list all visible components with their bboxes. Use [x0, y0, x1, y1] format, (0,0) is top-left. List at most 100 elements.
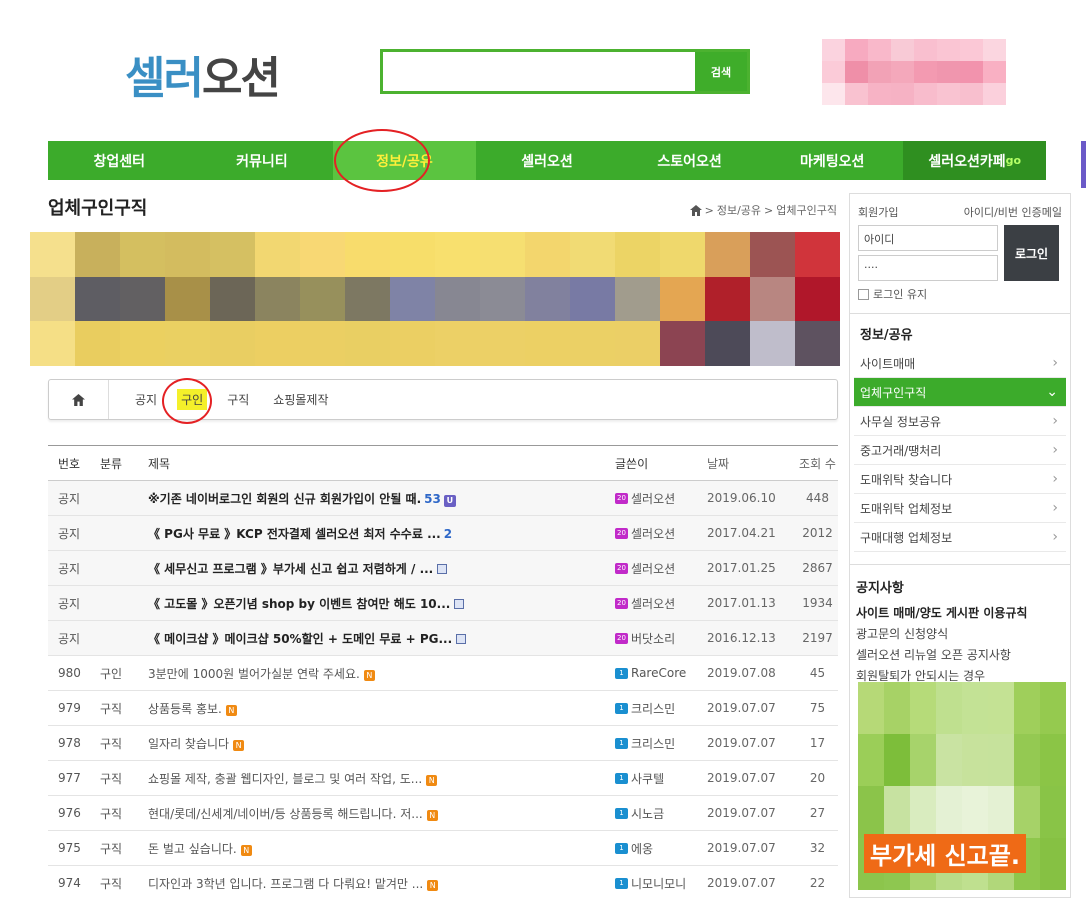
search-button[interactable]: 검색: [695, 52, 747, 91]
table-row[interactable]: 980 구인 3분만에 1000원 벌어가실분 연락 주세요. N 1 RareCore 2…: [48, 656, 838, 691]
search-input[interactable]: [383, 52, 695, 91]
cell-writer[interactable]: 1 니모니모니: [615, 875, 707, 892]
cell-writer[interactable]: 1 크리스민: [615, 735, 707, 752]
cell-title[interactable]: 디자인과 3학년 입니다. 프로그램 다 다뤄요! 맡겨만 ... N: [148, 875, 615, 892]
breadcrumb-item[interactable]: 정보/공유: [717, 202, 761, 218]
col-views[interactable]: 조회 수: [797, 455, 838, 472]
post-title[interactable]: ※기존 네이버로그인 회원의 신규 회원가입이 안될 때.: [148, 492, 421, 506]
writer-name[interactable]: 버닷소리: [631, 630, 675, 647]
cell-writer[interactable]: 20 셀러오션: [615, 490, 707, 507]
side-menu-item[interactable]: 중고거래/땡처리 ›: [854, 436, 1066, 465]
post-title[interactable]: 돈 벌고 싶습니다.: [148, 842, 237, 856]
cell-title[interactable]: 상품등록 홍보. N: [148, 700, 615, 717]
top-ad-banner[interactable]: [822, 39, 1006, 105]
cell-writer[interactable]: 20 버닷소리: [615, 630, 707, 647]
writer-name[interactable]: 셀러오션: [631, 560, 675, 577]
nav-seller-ocean[interactable]: 셀러오션: [476, 141, 619, 180]
col-no[interactable]: 번호: [48, 455, 96, 472]
cell-writer[interactable]: 20 셀러오션: [615, 595, 707, 612]
post-title[interactable]: 일자리 찾습니다: [148, 737, 229, 751]
cell-writer[interactable]: 1 크리스민: [615, 700, 707, 717]
notice-link[interactable]: 광고문의 신청양식: [850, 623, 1070, 644]
writer-name[interactable]: 시노금: [631, 805, 664, 822]
table-row[interactable]: 공지 《 메이크샵 》메이크샵 50%할인 + 도메인 무료 + PG... 20 버…: [48, 621, 838, 656]
table-row[interactable]: 975 구직 돈 벌고 싶습니다. N 1 에옹 2019.07.07 32: [48, 831, 838, 866]
post-title[interactable]: 《 고도몰 》오픈기념 shop by 이벤트 참여만 해도 10...: [148, 597, 450, 611]
writer-name[interactable]: 셀러오션: [631, 525, 675, 542]
col-writer[interactable]: 글쓴이: [615, 455, 707, 472]
post-title[interactable]: 디자인과 3학년 입니다. 프로그램 다 다뤄요! 맡겨만 ...: [148, 877, 423, 891]
id-field[interactable]: 아이디: [858, 225, 998, 251]
tab-notice[interactable]: 공지: [131, 389, 161, 410]
table-row[interactable]: 공지 《 PG사 무료 》KCP 전자결제 셀러오션 최저 수수료 ... 2 20 셀…: [48, 516, 838, 551]
writer-name[interactable]: 셀러오션: [631, 490, 675, 507]
table-row[interactable]: 979 구직 상품등록 홍보. N 1 크리스민 2019.07.07 75: [48, 691, 838, 726]
col-title[interactable]: 제목: [148, 455, 615, 472]
table-row[interactable]: 공지 ※기존 네이버로그인 회원의 신규 회원가입이 안될 때. 53 U 20 셀러오션…: [48, 481, 838, 516]
cell-writer[interactable]: 1 시노금: [615, 805, 707, 822]
side-menu-item[interactable]: 사무실 정보공유 ›: [854, 407, 1066, 436]
cell-writer[interactable]: 20 셀러오션: [615, 560, 707, 577]
hero-ad-banner[interactable]: [30, 232, 840, 366]
cell-writer[interactable]: 1 에옹: [615, 840, 707, 857]
writer-name[interactable]: 니모니모니: [631, 875, 686, 892]
side-menu-item[interactable]: 도매위탁 업체정보 ›: [854, 494, 1066, 523]
cell-title[interactable]: 일자리 찾습니다 N: [148, 735, 615, 752]
col-date[interactable]: 날짜: [707, 455, 797, 472]
table-row[interactable]: 974 구직 디자인과 3학년 입니다. 프로그램 다 다뤄요! 맡겨만 ... N 1…: [48, 866, 838, 898]
cell-title[interactable]: 《 PG사 무료 》KCP 전자결제 셀러오션 최저 수수료 ... 2: [148, 525, 615, 542]
tab-job-seeking[interactable]: 구직: [223, 389, 253, 410]
writer-name[interactable]: 크리스민: [631, 735, 675, 752]
writer-name[interactable]: 사쿠텔: [631, 770, 664, 787]
nav-cafe[interactable]: 셀러오션카페 go: [903, 141, 1047, 180]
side-ad-text[interactable]: 부가세 신고끝.: [864, 834, 1026, 873]
signup-link[interactable]: 회원가입: [858, 204, 898, 220]
post-title[interactable]: 쇼핑몰 제작, 충괄 웹디자인, 블로그 및 여러 작업, 도...: [148, 772, 422, 786]
post-title[interactable]: 《 세무신고 프로그램 》부가세 신고 쉽고 저렴하게 / ...: [148, 562, 433, 576]
nav-startup-center[interactable]: 창업센터: [48, 141, 191, 180]
post-title[interactable]: 현대/롯데/신세계/네이버/등 상품등록 해드립니다. 저...: [148, 807, 423, 821]
cell-title[interactable]: 쇼핑몰 제작, 충괄 웹디자인, 블로그 및 여러 작업, 도... N: [148, 770, 615, 787]
cell-writer[interactable]: 1 사쿠텔: [615, 770, 707, 787]
table-row[interactable]: 공지 《 고도몰 》오픈기념 shop by 이벤트 참여만 해도 10... 20…: [48, 586, 838, 621]
home-icon[interactable]: [689, 204, 702, 216]
post-title[interactable]: 3분만에 1000원 벌어가실분 연락 주세요.: [148, 667, 360, 681]
cell-title[interactable]: ※기존 네이버로그인 회원의 신규 회원가입이 안될 때. 53 U: [148, 490, 615, 507]
find-account-link[interactable]: 아이디/비번 인증메일: [964, 204, 1062, 220]
nav-community[interactable]: 커뮤니티: [191, 141, 334, 180]
writer-name[interactable]: 셀러오션: [631, 595, 675, 612]
table-row[interactable]: 978 구직 일자리 찾습니다 N 1 크리스민 2019.07.07 17: [48, 726, 838, 761]
tab-home[interactable]: [49, 380, 109, 419]
writer-name[interactable]: 에옹: [631, 840, 653, 857]
cell-title[interactable]: 《 세무신고 프로그램 》부가세 신고 쉽고 저렴하게 / ...: [148, 560, 615, 577]
col-category[interactable]: 분류: [96, 455, 148, 472]
tab-shop-build[interactable]: 쇼핑몰제작: [269, 389, 332, 410]
post-title[interactable]: 《 메이크샵 》메이크샵 50%할인 + 도메인 무료 + PG...: [148, 632, 452, 646]
notice-link[interactable]: 셀러오션 리뉴얼 오픈 공지사항: [850, 644, 1070, 665]
post-title[interactable]: 《 PG사 무료 》KCP 전자결제 셀러오션 최저 수수료 ...: [148, 527, 441, 541]
side-menu-item[interactable]: 사이트매매 ›: [854, 349, 1066, 378]
cell-title[interactable]: 현대/롯데/신세계/네이버/등 상품등록 해드립니다. 저... N: [148, 805, 615, 822]
table-row[interactable]: 공지 《 세무신고 프로그램 》부가세 신고 쉽고 저렴하게 / ... 20 셀러오…: [48, 551, 838, 586]
nav-store-ocean[interactable]: 스토어오션: [618, 141, 761, 180]
cell-writer[interactable]: 1 RareCore: [615, 666, 707, 680]
side-menu-item[interactable]: 업체구인구직 ⌄: [854, 378, 1066, 407]
cell-title[interactable]: 3분만에 1000원 벌어가실분 연락 주세요. N: [148, 665, 615, 682]
writer-name[interactable]: 크리스민: [631, 700, 675, 717]
keep-login[interactable]: 로그인 유지: [858, 286, 927, 302]
side-menu-item[interactable]: 구매대행 업체정보 ›: [854, 523, 1066, 552]
table-row[interactable]: 977 구직 쇼핑몰 제작, 충괄 웹디자인, 블로그 및 여러 작업, 도... N…: [48, 761, 838, 796]
writer-name[interactable]: RareCore: [631, 666, 686, 680]
table-row[interactable]: 976 구직 현대/롯데/신세계/네이버/등 상품등록 해드립니다. 저... N 1 시…: [48, 796, 838, 831]
nav-marketing-ocean[interactable]: 마케팅오션: [761, 141, 904, 180]
side-menu-item[interactable]: 도매위탁 찾습니다 ›: [854, 465, 1066, 494]
login-button[interactable]: 로그인: [1004, 225, 1059, 281]
keep-login-checkbox[interactable]: [858, 288, 869, 300]
breadcrumb-item[interactable]: 업체구인구직: [776, 202, 837, 218]
cell-writer[interactable]: 20 셀러오션: [615, 525, 707, 542]
site-logo[interactable]: 셀러오션: [125, 42, 281, 106]
cell-title[interactable]: 《 메이크샵 》메이크샵 50%할인 + 도메인 무료 + PG...: [148, 630, 615, 647]
cell-title[interactable]: 《 고도몰 》오픈기념 shop by 이벤트 참여만 해도 10...: [148, 595, 615, 612]
notice-link[interactable]: 사이트 매매/양도 게시판 이용규칙: [850, 602, 1070, 623]
cell-title[interactable]: 돈 벌고 싶습니다. N: [148, 840, 615, 857]
